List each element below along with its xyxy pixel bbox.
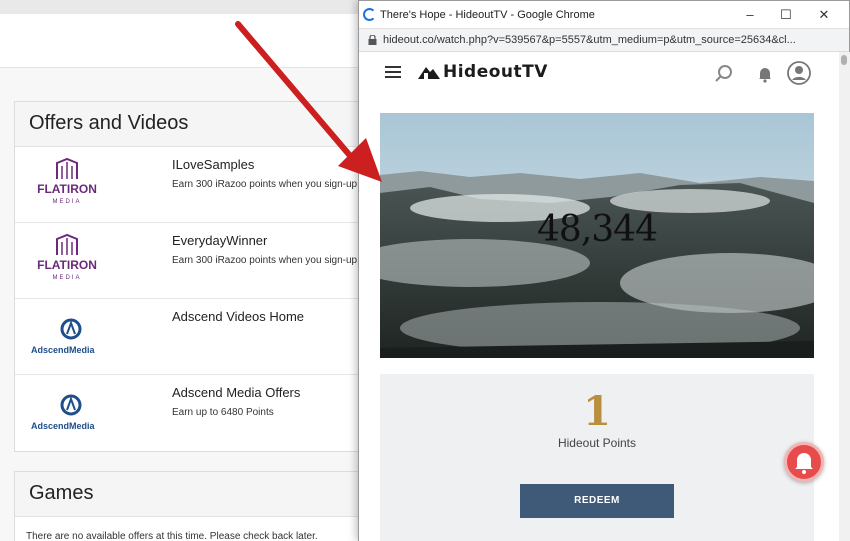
offers-panel-title: Offers and Videos [15, 102, 373, 147]
svg-text:AdscendMedia: AdscendMedia [31, 421, 96, 431]
games-empty-message: There are no available offers at this ti… [26, 531, 318, 541]
offer-title[interactable]: Adscend Media Offers [172, 385, 300, 400]
maximize-button[interactable]: ☐ [773, 5, 799, 25]
offer-description: Earn 300 iRazoo points when you sign-up [172, 255, 358, 266]
offer-row[interactable]: FLATIRON MEDIA EverydayWinner Earn 300 i… [15, 223, 373, 299]
hamburger-menu-icon[interactable] [385, 66, 401, 79]
video-player[interactable]: 48,344 [380, 113, 814, 358]
offer-row[interactable]: AdscendMedia Adscend Videos Home [15, 299, 373, 375]
window-titlebar[interactable]: There's Hope - HideoutTV - Google Chrome… [359, 1, 849, 28]
page-viewport: HideoutTV 48,344 1 Hideout Points REDEEM [359, 52, 839, 541]
offer-title[interactable]: ILoveSamples [172, 157, 254, 172]
bell-icon[interactable] [755, 64, 775, 84]
points-value: 1 [583, 388, 611, 435]
hideout-logo-icon [418, 67, 440, 79]
url-text[interactable]: hideout.co/watch.php?v=539567&p=5557&utm… [383, 34, 833, 46]
offer-title[interactable]: EverydayWinner [172, 233, 267, 248]
offer-description: Earn up to 6480 Points [172, 407, 274, 418]
notification-bell-button[interactable] [784, 442, 824, 482]
svg-text:AdscendMedia: AdscendMedia [31, 345, 96, 355]
user-avatar-icon[interactable] [787, 61, 811, 85]
offer-description: Earn 300 iRazoo points when you sign-up [172, 179, 358, 190]
window-title: There's Hope - HideoutTV - Google Chrome [380, 9, 595, 21]
svg-text:MEDIA: MEDIA [52, 199, 81, 205]
offer-title[interactable]: Adscend Videos Home [172, 309, 304, 324]
flatiron-media-logo: FLATIRON MEDIA [27, 233, 107, 289]
svg-text:FLATIRON: FLATIRON [37, 258, 97, 272]
offers-panel: Offers and Videos FLATIRON MEDIA ILoveSa… [14, 101, 374, 452]
screen: Offers and Videos FLATIRON MEDIA ILoveSa… [0, 0, 850, 541]
chrome-loading-icon [363, 8, 376, 21]
adscend-media-logo: AdscendMedia [27, 309, 107, 365]
lock-icon [368, 35, 377, 45]
points-card: 1 Hideout Points REDEEM [380, 374, 814, 541]
video-counter: 48,344 [537, 209, 658, 250]
redeem-button[interactable]: REDEEM [520, 484, 674, 518]
minimize-button[interactable]: – [737, 5, 763, 25]
svg-text:FLATIRON: FLATIRON [37, 182, 97, 196]
games-panel: Games There are no available offers at t… [14, 471, 374, 541]
close-button[interactable]: ✕ [811, 5, 837, 25]
adscend-media-logo: AdscendMedia [27, 385, 107, 441]
points-label: Hideout Points [557, 436, 637, 450]
brand-name[interactable]: HideoutTV [443, 62, 548, 82]
svg-text:MEDIA: MEDIA [52, 275, 81, 281]
bell-icon [795, 453, 813, 474]
vertical-scrollbar[interactable] [839, 52, 850, 541]
address-bar[interactable]: hideout.co/watch.php?v=539567&p=5557&utm… [359, 28, 849, 52]
offer-row[interactable]: AdscendMedia Adscend Media Offers Earn u… [15, 375, 373, 451]
site-navbar: HideoutTV [359, 52, 839, 94]
games-panel-title: Games [15, 472, 373, 517]
flatiron-media-logo: FLATIRON MEDIA [27, 157, 107, 213]
search-icon[interactable] [714, 64, 734, 84]
scrollbar-thumb[interactable] [841, 55, 847, 65]
chrome-popup-window: There's Hope - HideoutTV - Google Chrome… [358, 0, 850, 541]
offer-row[interactable]: FLATIRON MEDIA ILoveSamples Earn 300 iRa… [15, 147, 373, 223]
